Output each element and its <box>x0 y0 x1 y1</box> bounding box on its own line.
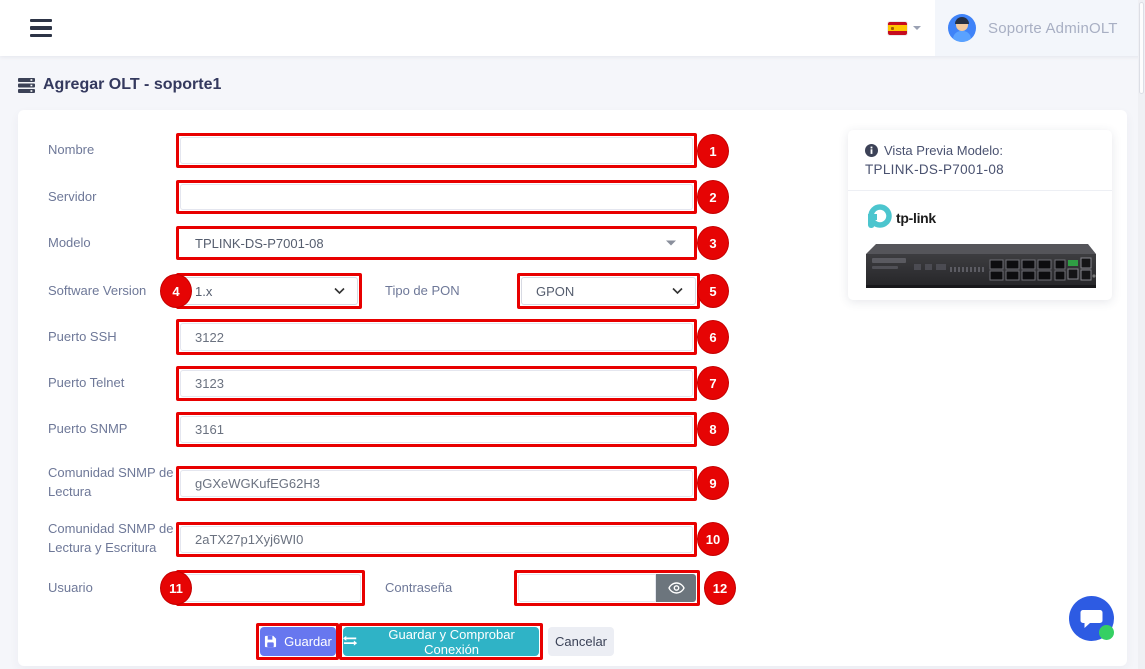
software-version-select[interactable]: 1.x <box>180 277 358 305</box>
label-software-version: Software Version <box>48 273 178 309</box>
app-root: Soporte AdminOLT Agregar OLT - soporte1 … <box>0 0 1145 669</box>
chevron-down-icon <box>334 288 345 295</box>
exchange-arrows-icon <box>343 636 357 647</box>
snmp-lectura-escritura-input[interactable] <box>180 526 693 553</box>
servidor-input[interactable] <box>180 184 693 210</box>
tplink-logo-icon <box>864 204 892 232</box>
save-and-test-button[interactable]: Guardar y Comprobar Conexión <box>343 627 539 656</box>
annotation-badge-6: 6 <box>697 320 729 354</box>
modelo-select-value: TPLINK-DS-P7001-08 <box>195 236 324 251</box>
puerto-snmp-input[interactable] <box>180 416 693 443</box>
online-status-dot <box>1099 625 1114 640</box>
puerto-ssh-input[interactable] <box>180 323 693 351</box>
model-preview-card: Vista Previa Modelo: TPLINK-DS-P7001-08 … <box>848 130 1112 300</box>
annotation-badge-5: 5 <box>697 274 729 308</box>
dropdown-caret-icon <box>666 241 676 246</box>
software-version-value: 1.x <box>195 284 212 299</box>
nombre-input[interactable] <box>180 137 693 164</box>
preview-heading: Vista Previa Modelo: <box>865 143 1003 158</box>
label-usuario: Usuario <box>48 570 178 606</box>
annotation-badge-8: 8 <box>697 412 729 446</box>
label-modelo: Modelo <box>48 226 178 260</box>
label-snmp-lectura-escritura: Comunidad SNMP de Lectura y Escritura <box>48 513 178 565</box>
divider <box>848 190 1112 191</box>
puerto-telnet-input[interactable] <box>180 370 693 397</box>
annotation-badge-7: 7 <box>697 366 729 400</box>
snmp-lectura-input[interactable] <box>180 470 693 497</box>
top-navbar: Soporte AdminOLT <box>0 0 1145 56</box>
eye-icon <box>668 582 685 594</box>
modelo-select[interactable]: TPLINK-DS-P7001-08 <box>180 230 693 256</box>
scrollbar-thumb[interactable] <box>1139 2 1144 94</box>
olt-device-image <box>862 240 1098 299</box>
chat-bubble-icon <box>1080 609 1103 629</box>
user-menu[interactable]: Soporte AdminOLT <box>935 0 1138 56</box>
info-icon <box>865 144 878 157</box>
label-tipo-pon: Tipo de PON <box>385 273 503 309</box>
label-puerto-ssh: Puerto SSH <box>48 319 178 355</box>
label-servidor: Servidor <box>48 180 178 214</box>
language-selector[interactable] <box>888 16 932 40</box>
annotation-badge-9: 9 <box>697 466 729 500</box>
page-scrollbar <box>1138 0 1145 669</box>
tipo-pon-select[interactable]: GPON <box>521 277 696 305</box>
annotation-badge-1: 1 <box>697 134 729 168</box>
contrasena-input[interactable] <box>518 574 656 602</box>
page-title: Agregar OLT - soporte1 <box>43 76 221 94</box>
spain-flag-icon <box>888 22 907 35</box>
save-button[interactable]: Guardar <box>260 627 336 656</box>
label-snmp-lectura: Comunidad SNMP de Lectura <box>48 457 178 509</box>
server-icon <box>18 78 35 93</box>
chat-widget-button[interactable] <box>1069 596 1114 641</box>
chevron-down-icon <box>913 26 921 30</box>
cancel-button[interactable]: Cancelar <box>548 627 614 656</box>
label-puerto-telnet: Puerto Telnet <box>48 366 178 401</box>
tipo-pon-value: GPON <box>536 284 574 299</box>
chevron-down-icon <box>672 288 683 295</box>
annotation-badge-3: 3 <box>697 226 729 260</box>
annotation-badge-2: 2 <box>697 180 729 214</box>
page-header: Agregar OLT - soporte1 <box>18 76 221 94</box>
tplink-logo-text: tp-link <box>896 210 936 226</box>
annotation-badge-10: 10 <box>697 522 729 556</box>
preview-model-name: TPLINK-DS-P7001-08 <box>865 162 1004 177</box>
user-name: Soporte AdminOLT <box>988 20 1118 37</box>
label-puerto-snmp: Puerto SNMP <box>48 412 178 447</box>
label-contrasena: Contraseña <box>385 570 503 606</box>
form-card: Nombre Servidor Modelo Software Version … <box>18 110 1127 666</box>
annotation-badge-12: 12 <box>704 571 736 605</box>
avatar <box>948 14 976 42</box>
toggle-password-button[interactable] <box>656 574 696 602</box>
label-nombre: Nombre <box>48 133 178 168</box>
hamburger-menu-icon[interactable] <box>30 19 52 37</box>
usuario-input[interactable] <box>180 574 361 602</box>
tplink-logo: tp-link <box>864 204 936 232</box>
save-icon <box>264 635 277 648</box>
